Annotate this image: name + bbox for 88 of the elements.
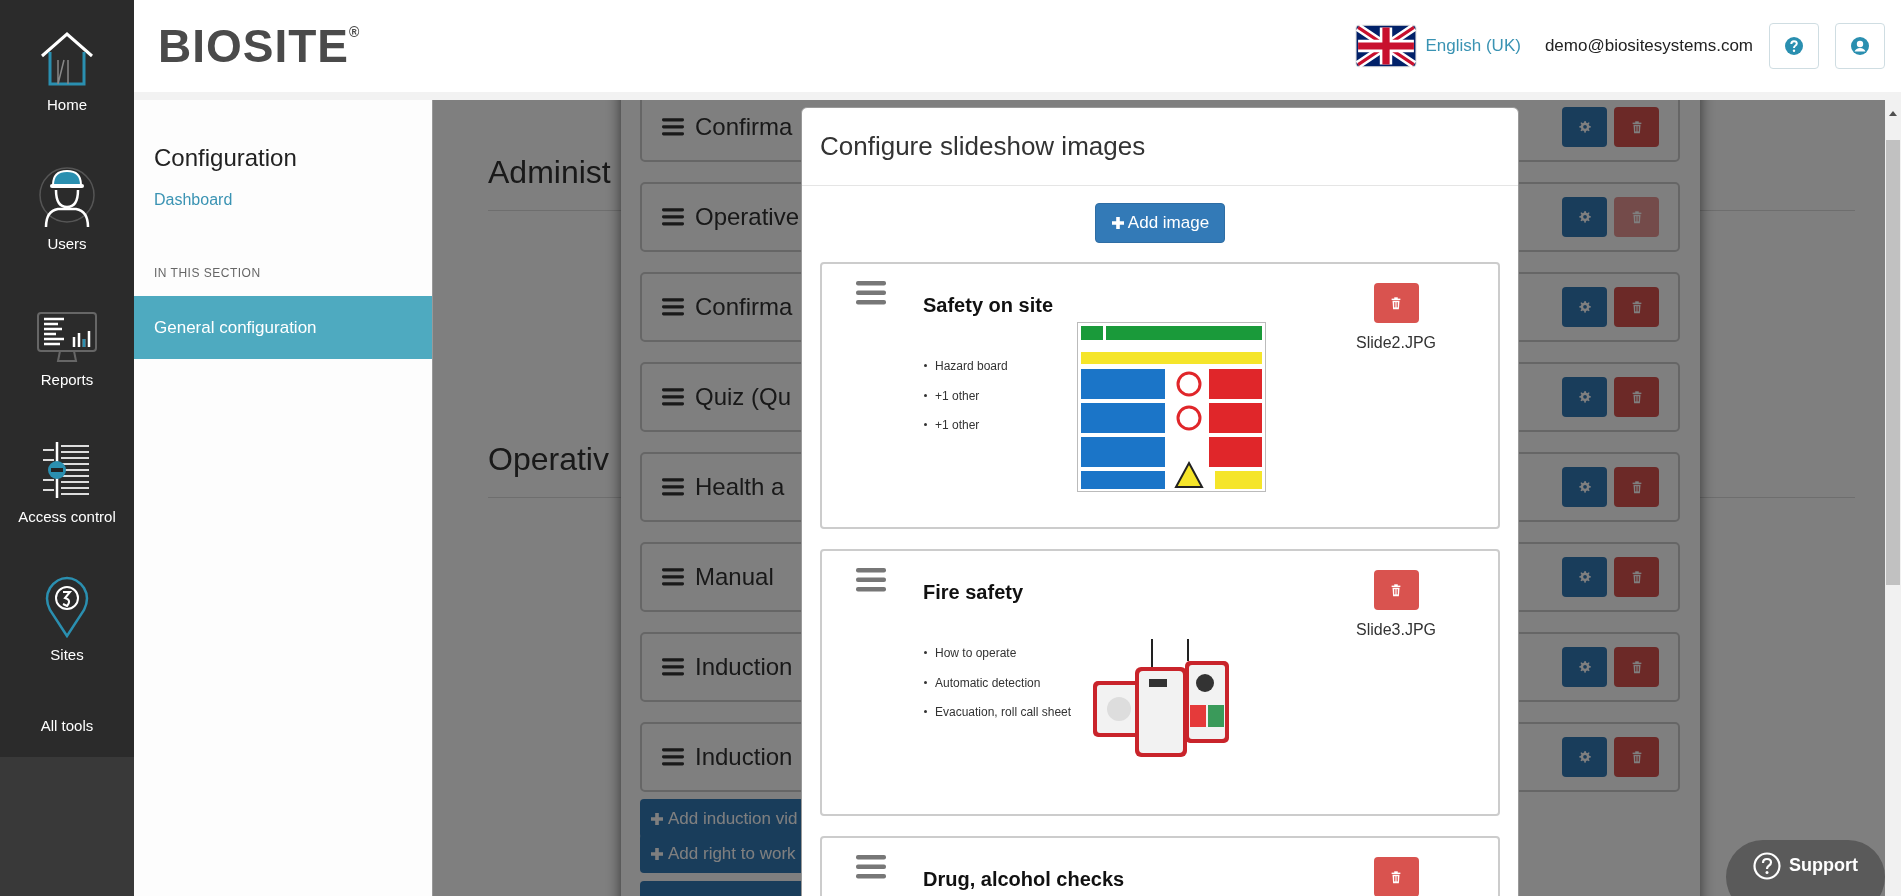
settings-icon — [1576, 209, 1593, 225]
file-name: Slide2.JPG — [1355, 333, 1436, 353]
modal-title: Configure slideshow images — [820, 130, 1146, 163]
slide-title: Safety on site — [923, 293, 1055, 318]
settings-icon — [1576, 299, 1593, 315]
settings-button[interactable] — [1562, 107, 1607, 147]
section-heading: Administ — [488, 154, 611, 190]
drag-handle-icon — [662, 568, 684, 586]
settings-button[interactable] — [1562, 557, 1607, 597]
logo[interactable]: BIOSITE$^{®}$ — [158, 23, 361, 69]
trash-icon — [1389, 582, 1403, 598]
settings-button[interactable] — [1562, 197, 1607, 237]
drag-handle-icon — [662, 118, 684, 136]
plus-icon — [650, 811, 664, 826]
drag-handle-icon — [662, 478, 684, 496]
bullet-item: +1 other — [923, 386, 1077, 416]
settings-button[interactable] — [1562, 647, 1607, 687]
settings-button[interactable] — [1562, 737, 1607, 777]
drag-handle-icon — [662, 658, 684, 676]
settings-button[interactable] — [1562, 467, 1607, 507]
settings-icon — [1576, 389, 1593, 405]
bullet-item: Automatic detection — [923, 673, 1077, 703]
help-button[interactable] — [1769, 23, 1819, 69]
settings-icon — [1576, 479, 1593, 495]
bullet-item: +1 other — [923, 416, 1077, 446]
house-icon — [38, 30, 96, 88]
bullet-item: Evacuation, roll call sheet — [923, 703, 1077, 733]
nav-item[interactable]: Reports — [40, 369, 94, 392]
nav-item[interactable]: All tools — [40, 714, 94, 737]
delete-button[interactable] — [1614, 557, 1659, 597]
row-label: Induction — [695, 742, 793, 772]
slide-title: Drug, alcohol checks — [923, 867, 1126, 892]
delete-button[interactable] — [1614, 467, 1659, 507]
worker-icon — [38, 164, 96, 227]
add-image-button[interactable]: Add image — [1095, 203, 1225, 243]
settings-icon — [1576, 749, 1593, 765]
plus-icon — [650, 846, 664, 861]
drag-handle-icon — [662, 298, 684, 316]
section-heading: Operativ — [488, 441, 609, 477]
trash-icon — [1389, 295, 1403, 311]
delete-button[interactable] — [1373, 570, 1419, 610]
drag-handle-icon — [856, 567, 886, 592]
drag-handle-icon — [662, 748, 684, 766]
delete-button[interactable] — [1614, 377, 1659, 417]
bullet-item: Hazard board — [923, 357, 1077, 387]
delete-button[interactable] — [1614, 107, 1659, 147]
help-icon — [1785, 37, 1803, 55]
section-label: IN THIS SECTION — [154, 266, 261, 280]
row-label: Induction — [695, 652, 793, 682]
dashboard-link[interactable]: Dashboard — [154, 191, 233, 208]
flag-icon[interactable] — [1355, 24, 1418, 68]
row-label: Health a — [695, 472, 785, 502]
drag-handle-icon — [856, 280, 886, 305]
delete-button[interactable] — [1614, 287, 1659, 327]
settings-icon — [1576, 569, 1593, 585]
row-label: Quiz (Qu — [695, 382, 792, 412]
settings-icon — [1576, 119, 1593, 135]
nav-item[interactable]: Home — [47, 94, 87, 117]
file-name: Slide3.JPG — [1355, 620, 1436, 640]
row-label: Confirma — [695, 112, 793, 142]
bullet-item: How to operate — [923, 644, 1077, 674]
delete-button[interactable] — [1373, 283, 1419, 323]
trash-icon — [1389, 869, 1403, 885]
slide-title: Fire safety — [923, 580, 1025, 605]
row-label: Confirma — [695, 292, 793, 322]
scrollbar[interactable] — [1885, 100, 1901, 896]
row-label: Operative — [695, 202, 800, 232]
user-email: demo@biositesystems.com — [1544, 35, 1753, 58]
help-icon — [1753, 852, 1781, 880]
row-label: Manual — [695, 562, 774, 592]
drag-handle-icon — [662, 388, 684, 406]
nav-item[interactable]: Access control — [18, 505, 116, 528]
settings-icon — [1576, 659, 1593, 675]
user-icon — [1851, 37, 1869, 55]
delete-button[interactable] — [1614, 647, 1659, 687]
section-title: Configuration — [153, 143, 298, 173]
settings-button[interactable] — [1562, 377, 1607, 417]
support-button[interactable]: Support — [1726, 840, 1885, 896]
drag-handle-icon — [662, 208, 684, 226]
language-link[interactable]: English (UK) — [1425, 33, 1521, 59]
nav-item[interactable]: Users — [47, 232, 87, 255]
drag-handle-icon — [856, 854, 886, 879]
profile-button[interactable] — [1835, 23, 1885, 69]
settings-button[interactable] — [1562, 287, 1607, 327]
delete-button[interactable] — [1373, 857, 1419, 896]
plus-icon — [1110, 216, 1125, 230]
delete-button[interactable] — [1614, 737, 1659, 777]
nav-item[interactable]: Sites — [50, 644, 84, 667]
